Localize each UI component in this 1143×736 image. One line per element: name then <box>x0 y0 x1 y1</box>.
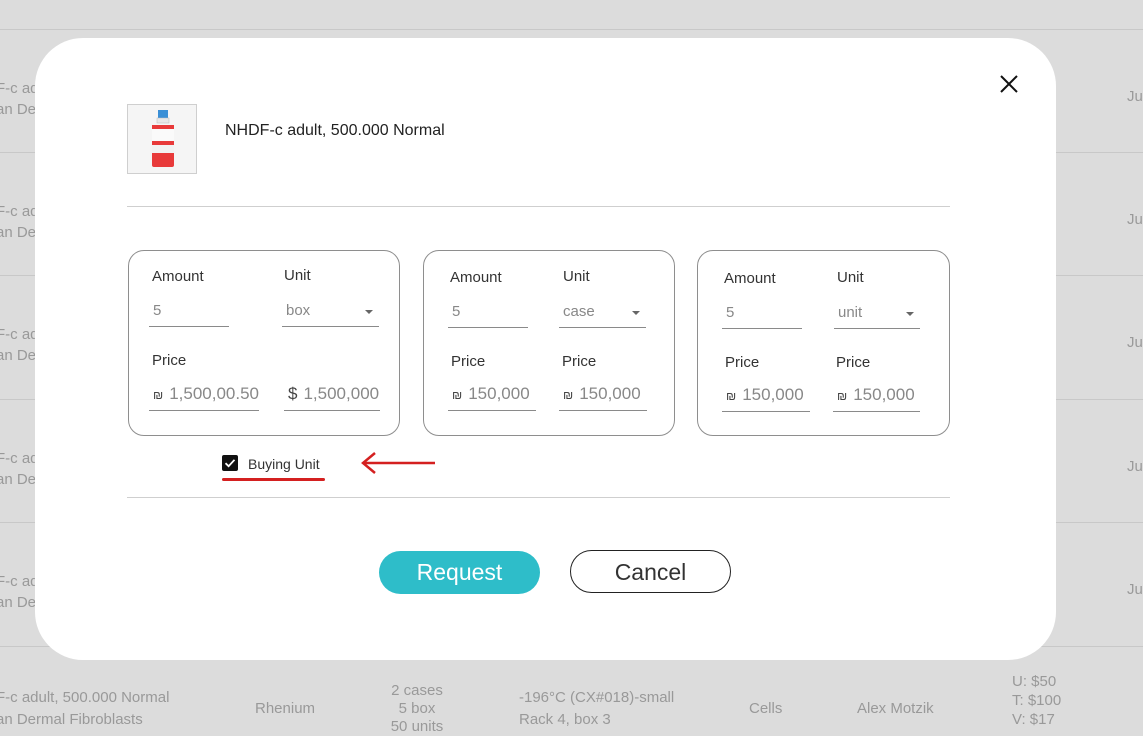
unit-select[interactable]: case <box>559 301 646 328</box>
annotation-underline <box>222 478 325 481</box>
price-label: Price <box>451 353 486 370</box>
close-button[interactable] <box>997 72 1021 96</box>
dropdown-caret-icon <box>906 312 914 316</box>
amount-input[interactable]: 5 <box>448 301 528 328</box>
close-icon[interactable] <box>997 72 1021 96</box>
price-label: Price <box>152 352 187 369</box>
product-title: NHDF-c adult, 500.000 Normal <box>225 122 445 139</box>
unit-label: Unit <box>563 268 590 285</box>
price-label: Price <box>725 354 760 371</box>
price-input[interactable]: ₪ 150,000 <box>448 384 536 411</box>
divider <box>127 206 950 207</box>
row-date: Ju <box>1127 334 1143 351</box>
amount-label: Amount <box>450 269 502 286</box>
price-label: Price <box>562 353 597 370</box>
row-name: F-c ad an De <box>0 80 39 118</box>
product-bottle-icon <box>152 110 174 167</box>
row-name: F-c ad an De <box>0 450 39 488</box>
price-card-case: Amount Unit 5 case Price Price ₪ 150,000 … <box>423 250 675 436</box>
row-name: F-c adult, 500.000 Normal an Dermal Fibro… <box>0 689 170 728</box>
amount-input[interactable]: 5 <box>722 302 802 329</box>
amount-input[interactable]: 5 <box>149 300 229 327</box>
unit-label: Unit <box>837 269 864 286</box>
price-card-unit: Amount Unit 5 unit Price Price ₪ 150,000 … <box>697 250 950 436</box>
price-input[interactable]: $1,500,000 <box>284 384 380 411</box>
row-name: F-c ad an De <box>0 203 39 241</box>
row-date: Ju <box>1127 581 1143 598</box>
price-input[interactable]: ₪ 150,000 <box>722 385 810 412</box>
dropdown-caret-icon <box>365 310 373 314</box>
price-input[interactable]: ₪ 1,500,00.50 <box>149 384 259 411</box>
buying-unit-label[interactable]: Buying Unit <box>248 456 320 472</box>
row-date: Ju <box>1127 211 1143 228</box>
annotation-arrow-icon <box>361 452 435 474</box>
unit-select[interactable]: box <box>282 300 379 327</box>
dropdown-caret-icon <box>632 311 640 315</box>
row-supplier: Rhenium <box>255 700 316 717</box>
price-input[interactable]: ₪ 150,000 <box>833 385 920 412</box>
divider <box>127 497 950 498</box>
request-button[interactable]: Request <box>379 551 540 594</box>
price-card-box: Amount Unit 5 box Price ₪ 1,500,00.50 $1,… <box>128 250 400 436</box>
row-name: F-c ad an De <box>0 573 39 611</box>
row-location: -196°C (CX#018)-small Rack 4, box 3 <box>519 689 675 728</box>
price-label: Price <box>836 354 871 371</box>
unit-label: Unit <box>284 267 311 284</box>
row-date: Ju <box>1127 458 1143 475</box>
amount-label: Amount <box>724 270 776 287</box>
product-image <box>127 104 197 174</box>
row-owner: Alex Motzik <box>857 700 934 717</box>
row-category: Cells <box>749 700 783 717</box>
amount-label: Amount <box>152 268 204 285</box>
cancel-button[interactable]: Cancel <box>570 550 731 593</box>
checkmark-icon <box>224 459 236 468</box>
price-input[interactable]: ₪ 150,000 <box>559 384 647 411</box>
row-date: Ju <box>1127 88 1143 105</box>
row-name: F-c ad an De <box>0 326 39 364</box>
buying-unit-checkbox[interactable] <box>222 455 238 471</box>
row-price: U: $50 T: $100 V: $17 <box>1012 673 1062 728</box>
request-modal: NHDF-c adult, 500.000 Normal Amount Unit… <box>35 38 1056 660</box>
unit-select[interactable]: unit <box>834 302 920 329</box>
